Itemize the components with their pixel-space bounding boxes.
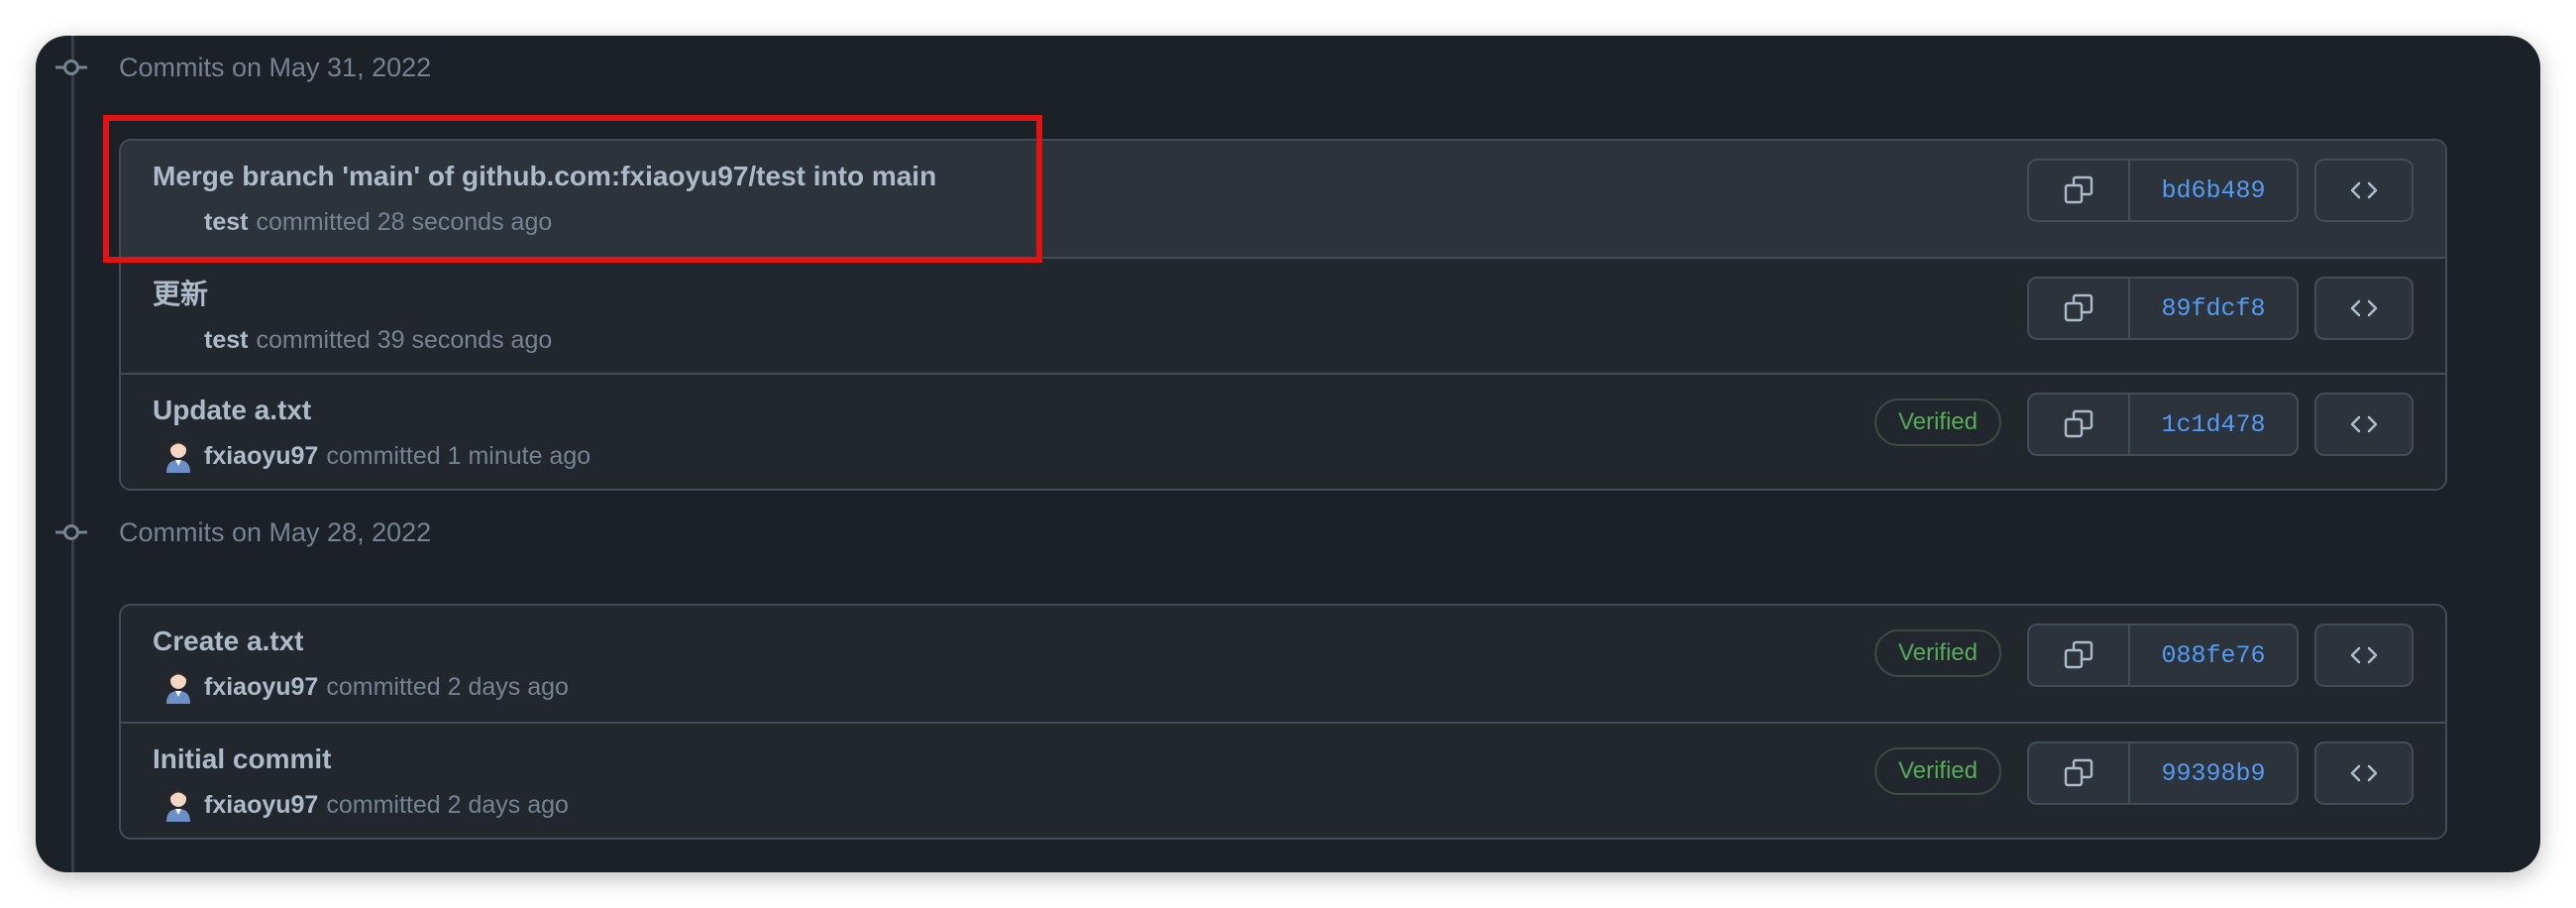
commit-row[interactable]: Update a.txt fxiaoyu97 committed 1 minut… [121, 373, 2445, 489]
avatar-icon [166, 672, 190, 704]
commit-row[interactable]: Create a.txt fxiaoyu97 committed 2 days … [121, 606, 2445, 722]
code-icon [2350, 299, 2378, 317]
git-commit-icon [55, 59, 87, 75]
code-icon [2350, 415, 2378, 433]
sha-button-group: 99398b9 [2027, 741, 2299, 805]
copy-sha-button[interactable] [2029, 625, 2130, 685]
avatar-icon [166, 441, 190, 473]
sha-button-group: 89fdcf8 [2027, 277, 2299, 340]
copy-icon [2064, 293, 2093, 322]
verified-badge[interactable]: Verified [1874, 747, 2001, 795]
commit-sha-link[interactable]: 89fdcf8 [2130, 279, 2297, 338]
commit-sha-link[interactable]: 088fe76 [2130, 625, 2297, 685]
commit-time: committed 28 seconds ago [256, 207, 553, 236]
commit-title-link[interactable]: 更新 [153, 277, 208, 312]
copy-icon [2064, 758, 2093, 787]
timeline-line [71, 36, 74, 872]
commit-sha-link[interactable]: 1c1d478 [2130, 395, 2297, 454]
author-link[interactable]: fxiaoyu97 [204, 673, 318, 702]
commit-time: committed 1 minute ago [326, 441, 591, 470]
copy-icon [2064, 409, 2093, 438]
date-label: Commits on May 31, 2022 [119, 53, 432, 82]
commit-title-link[interactable]: Initial commit [153, 741, 331, 777]
avatar[interactable] [153, 438, 204, 474]
commit-meta: test committed 28 seconds ago [153, 204, 552, 240]
author-link[interactable]: fxiaoyu97 [204, 791, 318, 820]
git-commit-icon [55, 524, 87, 540]
copy-sha-button[interactable] [2029, 161, 2130, 220]
copy-icon [2064, 175, 2093, 204]
commit-title-link[interactable]: Create a.txt [153, 624, 304, 659]
author-link[interactable]: test [204, 208, 248, 237]
verified-badge[interactable]: Verified [1874, 629, 2001, 677]
commits-window: Commits on May 31, 2022 Merge branch 'ma… [36, 36, 2540, 872]
browse-repo-button[interactable] [2314, 624, 2414, 687]
author-link[interactable]: fxiaoyu97 [204, 442, 318, 471]
commit-list: Merge branch 'main' of github.com:fxiaoy… [119, 139, 2447, 491]
code-icon [2350, 181, 2378, 199]
commit-meta: test committed 39 seconds ago [153, 322, 552, 358]
code-icon [2350, 646, 2378, 664]
browse-repo-button[interactable] [2314, 741, 2414, 805]
author-link[interactable]: test [204, 326, 248, 355]
commit-time: committed 2 days ago [326, 672, 569, 701]
avatar[interactable] [153, 787, 204, 823]
commit-sha-link[interactable]: bd6b489 [2130, 161, 2297, 220]
commit-meta: fxiaoyu97 committed 2 days ago [153, 669, 569, 705]
commit-time: committed 39 seconds ago [256, 325, 553, 354]
commit-list: Create a.txt fxiaoyu97 committed 2 days … [119, 604, 2447, 840]
commit-row[interactable]: Merge branch 'main' of github.com:fxiaoy… [121, 141, 2445, 257]
commit-title-link[interactable]: Merge branch 'main' of github.com:fxiaoy… [153, 159, 936, 194]
sha-button-group: 1c1d478 [2027, 393, 2299, 456]
commit-sha-link[interactable]: 99398b9 [2130, 743, 2297, 803]
avatar[interactable] [153, 669, 204, 705]
commit-time: committed 2 days ago [326, 790, 569, 819]
avatar-placeholder [153, 322, 204, 358]
sha-button-group: 088fe76 [2027, 624, 2299, 687]
copy-sha-button[interactable] [2029, 743, 2130, 803]
browse-repo-button[interactable] [2314, 393, 2414, 456]
copy-sha-button[interactable] [2029, 395, 2130, 454]
browse-repo-button[interactable] [2314, 159, 2414, 222]
commit-row[interactable]: 更新 test committed 39 seconds ago 89fdcf8 [121, 257, 2445, 373]
verified-badge[interactable]: Verified [1874, 398, 2001, 446]
date-label: Commits on May 28, 2022 [119, 517, 432, 547]
commit-title-link[interactable]: Update a.txt [153, 393, 311, 428]
sha-button-group: bd6b489 [2027, 159, 2299, 222]
avatar-placeholder [153, 204, 204, 240]
avatar-icon [166, 790, 190, 822]
commit-row[interactable]: Initial commit fxiaoyu97 committed 2 day… [121, 722, 2445, 838]
copy-icon [2064, 640, 2093, 669]
code-icon [2350, 764, 2378, 782]
commit-meta: fxiaoyu97 committed 2 days ago [153, 787, 569, 823]
browse-repo-button[interactable] [2314, 277, 2414, 340]
copy-sha-button[interactable] [2029, 279, 2130, 338]
commit-meta: fxiaoyu97 committed 1 minute ago [153, 438, 590, 474]
